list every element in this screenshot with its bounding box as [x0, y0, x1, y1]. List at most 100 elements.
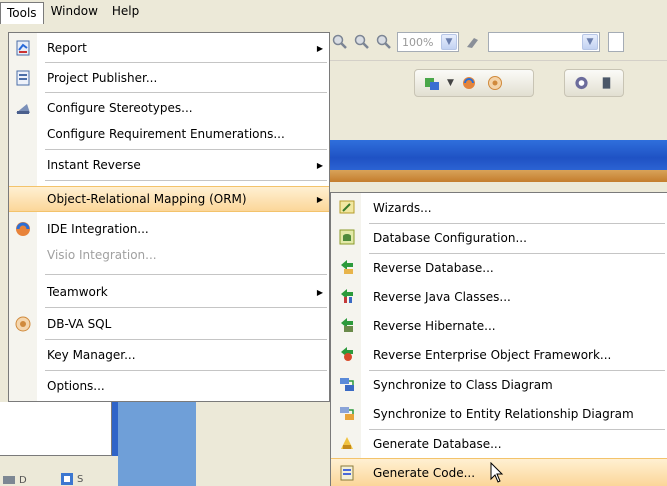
menu-item-ide-integration[interactable]: IDE Integration... — [9, 216, 329, 242]
menu-item-configure-requirement-enumerations[interactable]: Configure Requirement Enumerations... — [9, 121, 329, 147]
separator — [45, 62, 327, 63]
diagram-tab-icon[interactable] — [2, 474, 16, 486]
menu-item-label: DB-VA SQL — [47, 317, 112, 331]
menu-item-label: Project Publisher... — [47, 71, 158, 85]
report-icon — [16, 40, 30, 56]
menu-item-instant-reverse[interactable]: Instant Reverse ▶ — [9, 152, 329, 178]
sync-class-icon — [340, 378, 354, 391]
structure-tab-icon[interactable] — [60, 472, 74, 486]
zoom-icon[interactable] — [332, 34, 348, 50]
menu-item-project-publisher[interactable]: Project Publisher... — [9, 65, 329, 91]
font-combo[interactable]: ▼ — [488, 32, 600, 52]
separator — [45, 92, 327, 93]
zoom-value: 100% — [402, 35, 434, 49]
ide-icon — [16, 222, 30, 236]
menu-item-label: Synchronize to Entity Relationship Diagr… — [373, 406, 634, 421]
menu-item-label: Configure Requirement Enumerations... — [47, 127, 285, 141]
menu-item-teamwork[interactable]: Teamwork ▶ — [9, 279, 329, 305]
menu-item-label: Visio Integration... — [47, 248, 157, 262]
stop-icon[interactable] — [599, 75, 614, 91]
diagram-tab-label[interactable]: D — [19, 475, 27, 486]
zoom-combo[interactable]: 100% ▼ — [397, 32, 459, 52]
separator — [45, 339, 327, 340]
separator — [45, 370, 327, 371]
panel-tabs: D S — [0, 456, 118, 486]
reverse-db-icon — [341, 260, 353, 274]
zoom-toolbar: 100% ▼ ▼ — [330, 24, 667, 60]
menu-item-sync-class-diagram[interactable]: Synchronize to Class Diagram — [331, 370, 667, 399]
menu-item-label: Configure Stereotypes... — [47, 101, 193, 115]
submenu-arrow-icon: ▶ — [316, 194, 323, 204]
diagram-canvas — [118, 402, 196, 486]
dbva-toolbar-icon[interactable] — [487, 75, 503, 91]
publisher-icon — [16, 70, 30, 86]
menu-item-label: Options... — [47, 379, 105, 393]
wizard-icon — [339, 200, 355, 214]
menu-item-orm[interactable]: Object-Relational Mapping (ORM) ▶ — [9, 186, 329, 212]
sync-erd-icon — [340, 407, 354, 420]
structure-tab-label[interactable]: S — [77, 474, 83, 485]
format-painter-icon[interactable] — [465, 34, 481, 50]
reverse-java-icon — [341, 289, 353, 303]
menu-item-label: Key Manager... — [47, 348, 136, 362]
tools-menu: Report ▶ Project Publisher... Configure … — [8, 32, 330, 402]
menu-item-generate-database[interactable]: Generate Database... — [331, 429, 667, 458]
menu-item-reverse-hibernate[interactable]: Reverse Hibernate... — [331, 311, 667, 340]
menu-item-label: Reverse Hibernate... — [373, 318, 496, 333]
separator — [45, 180, 327, 181]
menu-item-label: Reverse Database... — [373, 260, 494, 275]
zoom-in-icon[interactable] — [354, 34, 370, 50]
zoom-out-icon[interactable] — [376, 34, 392, 50]
orm-submenu: Wizards... Database Configuration... Rev… — [330, 192, 667, 486]
dbva-icon — [15, 316, 31, 332]
dropdown-arrow-icon[interactable]: ▼ — [447, 78, 454, 88]
diagram-header-strip — [330, 170, 667, 182]
menu-item-label: Teamwork — [47, 285, 108, 299]
sync-icon[interactable] — [461, 75, 477, 91]
menu-item-configure-stereotypes[interactable]: Configure Stereotypes... — [9, 95, 329, 121]
menu-item-options[interactable]: Options... — [9, 373, 329, 399]
orm-toolbar-group: ▼ — [414, 69, 534, 97]
separator — [45, 307, 327, 308]
menu-item-report[interactable]: Report ▶ — [9, 35, 329, 61]
menu-item-label: Reverse Enterprise Object Framework... — [373, 347, 612, 362]
chevron-down-icon: ▼ — [582, 34, 598, 50]
submenu-arrow-icon: ▶ — [316, 287, 323, 297]
separator — [45, 149, 327, 150]
menu-item-sync-erd[interactable]: Synchronize to Entity Relationship Diagr… — [331, 399, 667, 428]
menu-item-label: Instant Reverse — [47, 158, 141, 172]
submenu-arrow-icon: ▶ — [316, 43, 323, 53]
menu-item-visio-integration: Visio Integration... — [9, 242, 329, 268]
record-icon[interactable] — [574, 75, 589, 91]
menu-item-label: Wizards... — [373, 200, 432, 215]
model-tree-panel — [0, 402, 112, 456]
diagram-title-bar — [330, 140, 667, 170]
menu-item-reverse-database[interactable]: Reverse Database... — [331, 253, 667, 282]
size-combo[interactable] — [608, 32, 624, 52]
menu-item-dbva-sql[interactable]: DB-VA SQL — [9, 311, 329, 337]
menu-item-label: Generate Code... — [373, 465, 476, 480]
menu-item-label: Object-Relational Mapping (ORM) — [47, 192, 247, 206]
menu-item-label: Reverse Java Classes... — [373, 289, 511, 304]
orm-class-icon[interactable] — [424, 75, 440, 91]
generate-code-icon — [340, 465, 354, 481]
menubar: Tools Window Help — [0, 0, 667, 24]
menu-window[interactable]: Window — [44, 1, 105, 23]
generate-db-icon — [341, 437, 353, 449]
menu-item-label: Synchronize to Class Diagram — [373, 377, 553, 392]
menu-item-wizards[interactable]: Wizards... — [331, 193, 667, 222]
separator — [45, 274, 327, 275]
menu-item-label: Database Configuration... — [373, 230, 527, 245]
menu-item-database-configuration[interactable]: Database Configuration... — [331, 223, 667, 252]
menu-item-reverse-eof[interactable]: Reverse Enterprise Object Framework... — [331, 340, 667, 369]
db-config-icon — [339, 229, 355, 245]
menu-tools[interactable]: Tools — [0, 2, 44, 24]
chevron-down-icon: ▼ — [441, 34, 457, 50]
reverse-hibernate-icon — [341, 318, 353, 332]
menu-help[interactable]: Help — [105, 1, 146, 23]
mouse-cursor-icon — [490, 462, 504, 483]
orm-toolbar: ▼ — [330, 60, 667, 104]
menu-item-reverse-java-classes[interactable]: Reverse Java Classes... — [331, 282, 667, 311]
menu-item-key-manager[interactable]: Key Manager... — [9, 342, 329, 368]
menu-item-label: Report — [47, 41, 87, 55]
